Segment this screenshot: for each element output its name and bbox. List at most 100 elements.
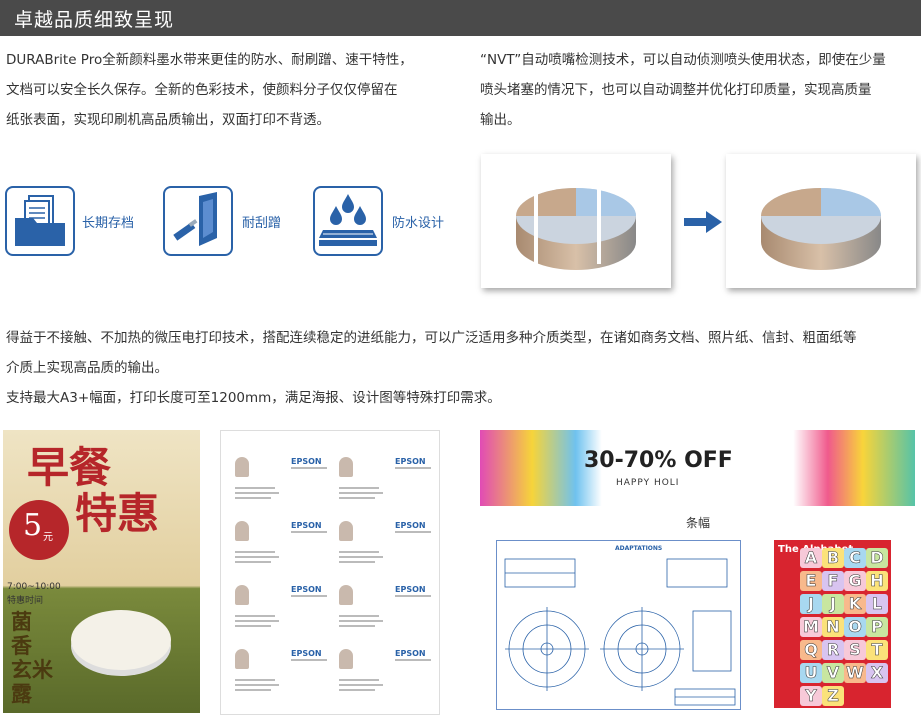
dish-char: 米 xyxy=(32,657,53,682)
alphabet-letter: P xyxy=(866,617,888,637)
tagline-bar xyxy=(395,531,431,533)
alphabet-letter: J xyxy=(800,594,822,614)
text-bar xyxy=(339,487,379,489)
text-bar xyxy=(339,497,375,499)
text-bar xyxy=(235,556,279,558)
portrait-photo xyxy=(339,585,353,605)
portrait-photo xyxy=(339,457,353,477)
text-bar xyxy=(235,625,271,627)
text-bar xyxy=(235,487,275,489)
text-bar xyxy=(339,492,383,494)
portrait-photo xyxy=(235,521,249,541)
dish-name: 玄米露 xyxy=(11,658,71,706)
alphabet-letter: N xyxy=(822,617,844,637)
price-unit: 元 xyxy=(43,532,53,543)
alphabet-letter: L xyxy=(866,594,888,614)
alphabet-letter: Y xyxy=(800,686,822,706)
text-bar xyxy=(339,679,379,681)
drawing-title: ADAPTATIONS xyxy=(615,545,663,552)
text-line: “NVT”自动喷嘴检测技术，可以自动侦测喷头使用状态，即使在少量 xyxy=(480,52,886,68)
business-card: EPSON xyxy=(337,583,437,641)
brand-logo: EPSON xyxy=(395,649,426,658)
text-bar xyxy=(339,625,375,627)
alphabet-letter: C xyxy=(844,548,866,568)
alphabet-letter: H xyxy=(866,571,888,591)
text-bar xyxy=(235,679,275,681)
dish-char: 玄 xyxy=(11,657,32,682)
text-bar xyxy=(339,551,379,553)
poster-time: 7:00~10:00 xyxy=(7,582,61,592)
alphabet-letter: Q xyxy=(800,640,822,660)
alphabet-letter: T xyxy=(866,640,888,660)
dish-char: 露 xyxy=(11,681,32,706)
brand-logo: EPSON xyxy=(291,457,322,466)
text-bar xyxy=(339,689,375,691)
alphabet-letter: B xyxy=(822,548,844,568)
banner-caption: 条幅 xyxy=(686,516,711,530)
alphabet-letter: O xyxy=(844,617,866,637)
text-bar xyxy=(339,556,383,558)
media-paragraph: 得益于不接触、不加热的微压电打印技术，搭配连续稳定的进纸能力，可以广泛适用多种介… xyxy=(6,323,921,413)
brand-logo: EPSON xyxy=(395,521,426,530)
portrait-photo xyxy=(235,585,249,605)
arrow-right-icon xyxy=(684,211,722,237)
engineering-drawing-image: ADAPTATIONS xyxy=(496,540,741,710)
business-card: EPSON xyxy=(233,647,333,705)
brand-logo: EPSON xyxy=(291,521,322,530)
section-title: 卓越品质细致呈现 xyxy=(14,9,175,31)
tagline-bar xyxy=(291,659,327,661)
text-line: 输出。 xyxy=(480,112,521,128)
text-line: 文档可以安全长久保存。全新的色彩技术，使颜料分子仅仅停留在 xyxy=(6,82,398,98)
brand-logo: EPSON xyxy=(395,585,426,594)
dish-name: 菌 香 xyxy=(11,610,37,658)
text-bar xyxy=(339,615,379,617)
poster-title: 特惠 xyxy=(75,489,160,538)
text-bar xyxy=(235,561,271,563)
banner-headline: 30-70% OFF xyxy=(584,448,733,473)
text-bar xyxy=(235,684,279,686)
text-line: 介质上实现高品质的输出。 xyxy=(6,360,168,376)
holi-banner-image: 30-70% OFF HAPPY HOLI xyxy=(480,430,915,506)
feature-label: 长期存档 xyxy=(82,216,135,231)
alphabet-letter: E xyxy=(800,571,822,591)
pie-before-card xyxy=(481,154,671,288)
text-line: 喷头堵塞的情况下，也可以自动调整并优化打印质量，实现高质量 xyxy=(480,82,872,98)
durabrite-paragraph: DURABrite Pro全新颜料墨水带来更佳的防水、耐刷蹭、速干特性， 文档可… xyxy=(6,45,456,135)
alphabet-letter: R xyxy=(822,640,844,660)
banner-subline: HAPPY HOLI xyxy=(616,478,680,488)
portrait-photo xyxy=(235,457,249,477)
soup-bowl xyxy=(71,610,171,670)
portrait-photo xyxy=(339,649,353,669)
alphabet-letter: M xyxy=(800,617,822,637)
text-line: 得益于不接触、不加热的微压电打印技术，搭配连续稳定的进纸能力，可以广泛适用多种介… xyxy=(6,330,857,346)
text-line: 支持最大A3+幅面，打印长度可至1200mm，满足海报、设计图等特殊打印需求。 xyxy=(6,390,501,406)
alphabet-poster-image: The Alphabet ABCDEFGHJJKLMNOPQRSTUVWXYZ xyxy=(774,540,891,708)
dish-char: 菌 xyxy=(11,609,32,634)
alphabet-letter: W xyxy=(844,663,866,683)
text-bar xyxy=(339,684,383,686)
poster-time-label: 特惠时间 xyxy=(7,596,44,606)
tagline-bar xyxy=(291,595,327,597)
business-card: EPSON xyxy=(337,455,437,513)
dish-char: 香 xyxy=(11,633,32,658)
breakfast-poster-image: 早餐 特惠 5 元 7:00~10:00 特惠时间 菌 香 玄米露 xyxy=(3,430,200,713)
text-bar xyxy=(235,689,271,691)
feature-label: 防水设计 xyxy=(392,216,445,231)
text-bar xyxy=(339,561,375,563)
alphabet-letter: K xyxy=(844,594,866,614)
business-card: EPSON xyxy=(233,455,333,513)
text-bar xyxy=(235,492,279,494)
alphabet-letter: V xyxy=(822,663,844,683)
alphabet-letter: F xyxy=(822,571,844,591)
nvt-paragraph: “NVT”自动喷嘴检测技术，可以自动侦测喷头使用状态，即使在少量 喷头堵塞的情况… xyxy=(480,45,920,135)
price-value: 5 xyxy=(23,508,43,543)
tagline-bar xyxy=(291,467,327,469)
tagline-bar xyxy=(291,531,327,533)
tagline-bar xyxy=(395,595,431,597)
portrait-photo xyxy=(235,649,249,669)
text-bar xyxy=(235,551,275,553)
alphabet-letter: D xyxy=(866,548,888,568)
tagline-bar xyxy=(395,659,431,661)
alphabet-letter: G xyxy=(844,571,866,591)
text-bar xyxy=(235,497,271,499)
